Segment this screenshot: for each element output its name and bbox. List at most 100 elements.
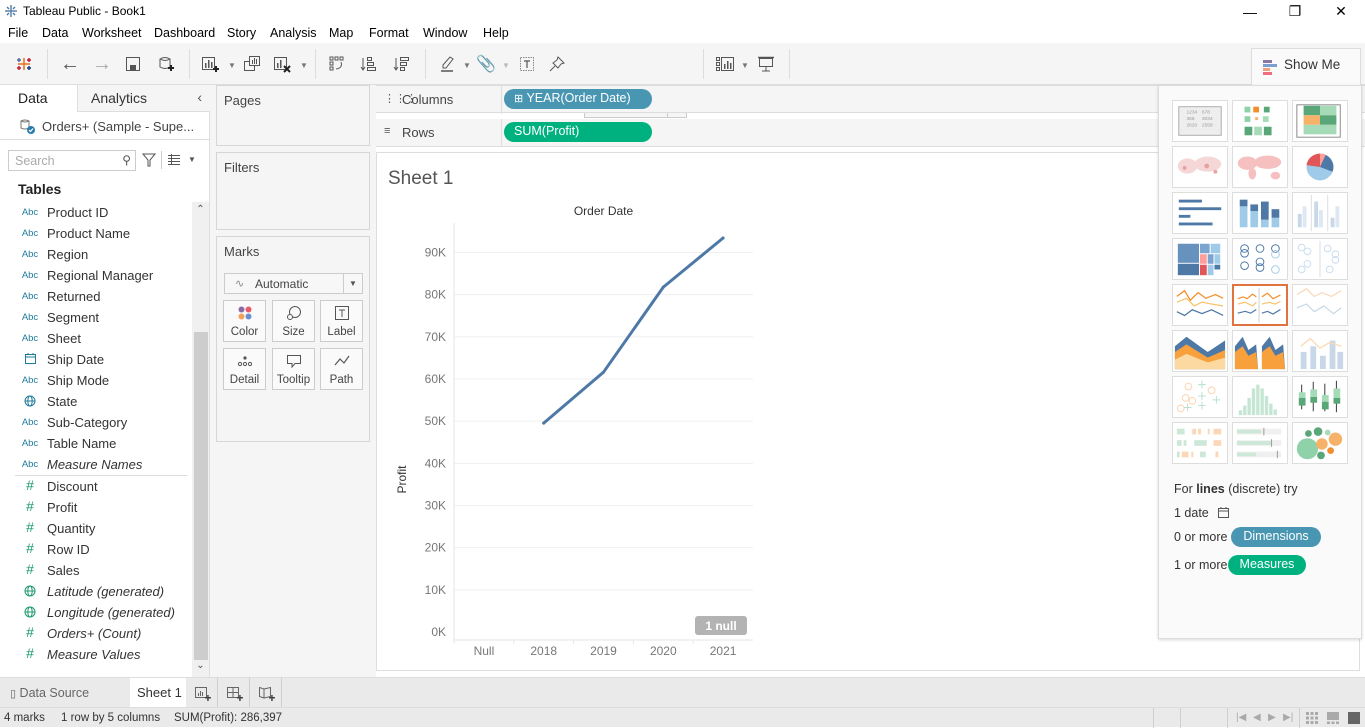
show-me-symbol-map[interactable] (1172, 146, 1228, 188)
menu-data[interactable]: Data (42, 26, 68, 40)
previous-page-icon[interactable]: ◀ (1253, 712, 1261, 723)
next-page-icon[interactable]: ▶ (1268, 712, 1276, 723)
show-me-horizontal-bars[interactable] (1172, 192, 1228, 234)
filters-card[interactable]: Filters (216, 152, 370, 230)
view-options-dropdown[interactable]: ▼ (188, 155, 196, 164)
measure-field[interactable]: # Quantity (0, 518, 190, 539)
duplicate-sheet-button[interactable] (241, 53, 263, 75)
expand-icon[interactable]: ⊞ (514, 93, 523, 105)
show-me-highlight-table[interactable] (1292, 100, 1348, 142)
dimension-field[interactable]: Abc Regional Manager (0, 265, 190, 286)
show-me-lines-discrete[interactable] (1232, 284, 1288, 326)
new-worksheet-button[interactable] (199, 53, 221, 75)
dimension-field[interactable]: Abc Returned (0, 286, 190, 307)
clear-sheet-dropdown[interactable]: ▼ (300, 61, 308, 70)
show-me-dual-lines[interactable] (1292, 284, 1348, 326)
tabs-view-icon[interactable] (1348, 712, 1360, 724)
highlight-button[interactable] (437, 53, 459, 75)
redo-button[interactable]: → (91, 53, 113, 75)
dimension-field[interactable]: Abc Region (0, 244, 190, 265)
color-button[interactable]: Color (223, 300, 266, 342)
sort-descending-button[interactable] (391, 53, 413, 75)
view-list-icon[interactable] (168, 154, 180, 165)
new-data-source-button[interactable] (155, 53, 177, 75)
label-button[interactable]: Label (320, 300, 363, 342)
show-me-dual-combination[interactable] (1292, 330, 1348, 372)
columns-pill[interactable]: ⊞ YEAR(Order Date) (504, 89, 652, 109)
close-button[interactable]: ✕ (1318, 0, 1364, 23)
new-story-tab-button[interactable] (251, 678, 282, 708)
first-page-icon[interactable]: |◀ (1236, 712, 1246, 723)
measure-field[interactable]: # Sales (0, 560, 190, 581)
show-me-bullet-graphs[interactable] (1232, 422, 1288, 464)
dimension-field[interactable]: Abc Sheet (0, 328, 190, 349)
measure-field[interactable]: # Measure Values (0, 644, 190, 665)
tab-data[interactable]: Data (0, 85, 77, 112)
menu-help[interactable]: Help (483, 26, 509, 40)
show-me-circle-views[interactable] (1232, 238, 1288, 280)
show-me-filled-map[interactable] (1232, 146, 1288, 188)
menu-file[interactable]: File (8, 26, 28, 40)
fix-axes-button[interactable] (546, 53, 568, 75)
restore-button[interactable]: ❐ (1272, 0, 1318, 23)
undo-button[interactable]: ← (59, 53, 81, 75)
dimension-field[interactable]: Abc Product ID (0, 202, 190, 223)
field-list-scrollbar[interactable]: ⌃ ⌄ (192, 202, 209, 677)
detail-button[interactable]: Detail (223, 348, 266, 390)
clear-sheet-button[interactable] (271, 53, 293, 75)
sheet-tab[interactable]: Sheet 1 (130, 678, 186, 708)
measure-field[interactable]: # Discount (0, 476, 190, 497)
scroll-up-icon[interactable]: ⌃ (192, 204, 209, 220)
swap-rows-columns-button[interactable] (326, 53, 348, 75)
measure-field[interactable]: # Row ID (0, 539, 190, 560)
tableau-logo-button[interactable] (13, 53, 35, 75)
data-source-tab[interactable]: ▯ Data Source (0, 678, 130, 708)
menu-map[interactable]: Map (329, 26, 353, 40)
show-me-packed-bubbles[interactable] (1292, 422, 1348, 464)
data-source-item[interactable]: Orders+ (Sample - Supe... (0, 112, 210, 140)
show-me-lines-continuous[interactable] (1172, 284, 1228, 326)
save-button[interactable] (122, 53, 144, 75)
last-page-icon[interactable]: ▶| (1283, 712, 1293, 723)
rows-pill[interactable]: SUM(Profit) (504, 122, 652, 142)
scroll-down-icon[interactable]: ⌄ (192, 660, 209, 676)
dimension-field[interactable]: Abc Ship Mode (0, 370, 190, 391)
show-me-area-charts-discrete[interactable] (1232, 330, 1288, 372)
path-button[interactable]: Path (320, 348, 363, 390)
measure-field[interactable]: Latitude (generated) (0, 581, 190, 602)
show-me-button[interactable]: Show Me (1251, 48, 1361, 86)
show-me-pie-chart[interactable] (1292, 146, 1348, 188)
show-me-box-and-whisker-plot[interactable] (1292, 376, 1348, 418)
dimension-field[interactable]: Abc Table Name (0, 433, 190, 454)
dimension-field[interactable]: Abc Sub-Category (0, 412, 190, 433)
pages-card[interactable]: Pages (216, 85, 370, 146)
show-me-histogram[interactable] (1232, 376, 1288, 418)
menu-dashboard[interactable]: Dashboard (154, 26, 215, 40)
show-cards-dropdown[interactable]: ▼ (741, 61, 749, 70)
menu-story[interactable]: Story (227, 26, 256, 40)
show-me-gantt-chart[interactable] (1172, 422, 1228, 464)
show-cards-button[interactable] (714, 53, 736, 75)
new-worksheet-dropdown[interactable]: ▼ (228, 61, 236, 70)
show-me-treemap[interactable] (1172, 238, 1228, 280)
new-worksheet-tab-button[interactable] (187, 678, 218, 708)
highlight-dropdown[interactable]: ▼ (463, 61, 471, 70)
show-me-area-charts-continuous[interactable] (1172, 330, 1228, 372)
measure-field[interactable]: # Profit (0, 497, 190, 518)
show-me-side-by-side-circles[interactable] (1292, 238, 1348, 280)
show-me-side-by-side-bars[interactable] (1292, 192, 1348, 234)
scrollbar-thumb[interactable] (194, 332, 208, 660)
sort-ascending-button[interactable] (358, 53, 380, 75)
measure-field[interactable]: Longitude (generated) (0, 602, 190, 623)
show-me-scatter-plot[interactable] (1172, 376, 1228, 418)
presentation-mode-button[interactable] (755, 53, 777, 75)
minimize-button[interactable]: — (1227, 0, 1273, 23)
collapse-pane-icon[interactable]: ‹ (197, 89, 202, 105)
tooltip-button[interactable]: Tooltip (272, 348, 315, 390)
menu-analysis[interactable]: Analysis (270, 26, 317, 40)
group-members-dropdown[interactable]: ▼ (502, 61, 510, 70)
search-input[interactable] (9, 151, 109, 170)
dimension-field[interactable]: Abc Measure Names (0, 454, 190, 475)
size-button[interactable]: Size (272, 300, 315, 342)
menu-format[interactable]: Format (369, 26, 409, 40)
